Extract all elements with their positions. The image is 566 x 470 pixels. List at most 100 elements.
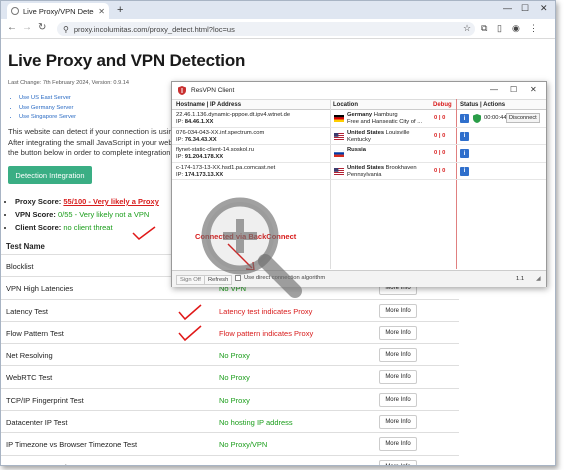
client-maximize-icon[interactable]: ☐ [510,85,517,94]
reload-icon[interactable]: ↻ [38,22,46,33]
client-row[interactable]: 076-034-043-XX.inf.spectrum.com IP: 76.34… [172,129,546,145]
test-name: VPN High Latencies [6,284,74,294]
proxy-score-label: Proxy Score: [15,197,62,206]
test-result: No Proxy [219,373,250,383]
site-info-icon[interactable]: ⚲ [63,25,69,34]
link-us-east[interactable]: Use US East Server [19,94,76,104]
country: Germany [347,112,373,118]
test-name: Flow Pattern Test [6,328,64,338]
checkmark-annotation-icon [178,325,202,342]
header-debug: Debug [433,102,452,108]
flag-us-icon [334,167,344,175]
more-info-button[interactable]: More Info [379,437,417,452]
proxy-score: Proxy Score: 55/100 - Very likely a Prox… [15,195,159,208]
more-info-button[interactable]: More Info [379,348,417,363]
client-host: flynet-static-client-14.soskol.ru IP: 91.… [176,147,254,161]
vpn-score-label: VPN Score: [15,210,56,219]
test-name: Blocklist [6,262,34,271]
checkmark-annotation-icon [178,304,202,321]
ip-label: IP: [176,154,184,161]
last-change: Last Change: 7th February 2024, Version:… [8,80,129,86]
more-info-button[interactable]: More Info [379,325,417,340]
bookmark-star-icon[interactable]: ☆ [463,23,471,34]
client-title: ResVPN Client [191,87,235,94]
vpn-score: VPN Score: 0/55 - Very likely not a VPN [15,208,159,221]
client-row[interactable]: 22.46.1.136.dynamic-pppoe.dt.ipv4.wtnet.… [172,111,546,128]
test-name: Datacenter IP Test [6,418,68,428]
minimize-icon[interactable]: — [503,3,512,13]
info-icon[interactable]: i [460,166,469,176]
info-icon[interactable]: i [460,149,469,158]
close-window-icon[interactable]: ✕ [540,3,548,14]
client-location: Germany Hamburg Free and Hanseatic City o… [347,112,422,126]
intro-text: This website can detect if your connecti… [8,127,178,159]
test-result: No hosting IP address [219,418,293,428]
debug-counter: 0 | 0 [434,167,446,174]
checkmark-annotation-icon [132,226,156,240]
country: United States [347,129,385,136]
client-row[interactable]: c-174-173-13-XX.hsd1.pa.comcast.net IP: 1… [172,164,546,180]
table-row: Datacenter IP Test No hosting IP address M… [1,410,459,432]
connected-shield-icon [473,114,481,123]
table-row: Flow Pattern Test Flow pattern indicates … [1,320,459,343]
test-name: HTTP Proxy Headers Test [6,463,93,465]
ip-address: 84.46.1.XX [184,119,214,126]
hostname: 22.46.1.136.dynamic-pppoe.dt.ipv4.wtnet.… [176,112,291,118]
ip-label: IP: [176,136,184,143]
client-location: United States Louisville Kentucky [347,130,410,144]
debug-counter: 0 | 0 [434,132,446,139]
flag-de-icon [334,115,344,122]
city: Louisville [385,129,410,136]
extensions-icon[interactable]: ⧉ [481,23,487,34]
profile-icon[interactable]: ◉ [512,23,520,34]
globe-icon [11,7,19,15]
client-location: Russia [347,147,366,154]
close-tab-icon[interactable]: ✕ [98,7,105,16]
client-close-icon[interactable]: ✕ [530,85,537,94]
resize-grip-icon[interactable]: ◢ [536,276,540,282]
header-location: Location [333,102,358,108]
flag-ru-icon [334,150,344,157]
intro-line: After integrating the small JavaScript i… [8,137,178,147]
sidepanel-icon[interactable]: ▯ [497,23,502,34]
client-row[interactable]: flynet-static-client-14.soskol.ru IP: 91.… [172,146,546,163]
forward-icon[interactable]: → [22,22,32,33]
menu-icon[interactable]: ⋮ [529,23,538,34]
connection-time: 00:00:44 [484,115,507,121]
client-titlebar: ResVPN Client — ☐ ✕ [172,82,546,99]
tab-strip: Live Proxy/VPN Detection ✕ + — ☐ ✕ [1,1,555,19]
disconnect-button[interactable]: Disconnect [506,113,540,123]
link-germany[interactable]: Use Germany Server [19,104,76,114]
back-icon[interactable]: ← [7,22,17,33]
info-icon[interactable]: i [460,114,469,123]
column-header: Test Name [6,242,45,251]
detection-integration-button[interactable]: Detection Integration [8,166,92,184]
test-result: No Proxy [219,463,250,465]
test-name: Net Resolving [6,351,53,361]
link-singapore[interactable]: Use Singapore Server [19,113,76,123]
test-name: TCP/IP Fingerprint Test [6,395,84,405]
address-toolbar: ← → ↻ ⚲ proxy.incolumitas.com/proxy_dete… [1,19,555,39]
client-minimize-icon[interactable]: — [490,85,498,94]
url-bar[interactable]: ⚲ proxy.incolumitas.com/proxy_detect.htm… [57,22,475,36]
test-name: WebRTC Test [6,373,53,383]
more-info-button[interactable]: More Info [379,370,417,385]
more-info-button[interactable]: More Info [379,459,417,465]
test-name: IP Timezone vs Browser Timezone Test [6,440,138,450]
more-info-button[interactable]: More Info [379,415,417,430]
vpn-score-value: 0/55 - Very likely not a VPN [57,210,150,219]
table-row: HTTP Proxy Headers Test No Proxy More Info [1,454,459,465]
ip-address: 91.204.178.XX [184,154,224,161]
intro-line: This website can detect if your connecti… [8,127,177,136]
info-icon[interactable]: i [460,131,469,141]
magnifier-zoom-icon [201,197,302,298]
new-tab-button[interactable]: + [117,4,123,16]
region: Kentucky [347,136,371,143]
browser-tab[interactable]: Live Proxy/VPN Detection ✕ [7,3,109,19]
more-info-button[interactable]: More Info [379,303,417,318]
proxy-score-value[interactable]: 55/100 - Very likely a Proxy [63,197,159,206]
ip-address: 76.34.43.XX [184,136,217,143]
more-info-button[interactable]: More Info [379,392,417,407]
maximize-icon[interactable]: ☐ [521,3,529,14]
region: Free and Hanseatic City of ... [347,119,423,126]
